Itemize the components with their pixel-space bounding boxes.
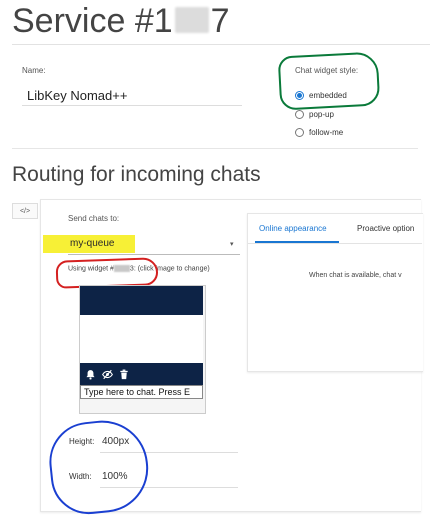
redacted-blur xyxy=(174,7,209,34)
style-option-label: follow-me xyxy=(309,128,344,137)
radio-icon[interactable] xyxy=(295,128,304,137)
page-title-prefix: Service #1 xyxy=(12,2,173,40)
page-title: Service #1 7 xyxy=(12,2,230,41)
appearance-tabs-panel xyxy=(247,213,423,372)
widget-preview-header xyxy=(80,286,203,315)
green-annotation-circle xyxy=(277,51,381,111)
widget-preview-body xyxy=(80,315,203,363)
page-title-suffix: 7 xyxy=(210,2,230,40)
bell-icon xyxy=(85,369,96,380)
style-option-follow-me[interactable]: follow-me xyxy=(295,128,343,137)
eye-slash-icon xyxy=(102,369,113,380)
queue-select-underline xyxy=(68,254,240,255)
chevron-down-icon[interactable]: ▾ xyxy=(230,240,234,248)
name-field-underline xyxy=(22,105,242,106)
tab-proactive-options[interactable]: Proactive option xyxy=(357,224,414,233)
tab-divider xyxy=(248,243,422,244)
widget-preview-toolbar xyxy=(80,363,203,385)
divider xyxy=(12,44,430,45)
trash-icon xyxy=(119,369,130,380)
availability-text: When chat is available, chat v xyxy=(309,272,402,279)
name-label: Name: xyxy=(22,66,46,75)
radio-icon[interactable] xyxy=(295,110,304,119)
routing-heading: Routing for incoming chats xyxy=(12,163,261,186)
queue-select[interactable]: my-queue xyxy=(70,238,114,249)
send-chats-label: Send chats to: xyxy=(68,214,120,223)
widget-preview-chat-input: Type here to chat. Press E xyxy=(80,385,203,399)
name-field[interactable]: LibKey Nomad++ xyxy=(27,88,127,103)
style-option-popup[interactable]: pop-up xyxy=(295,110,334,119)
style-option-label: pop-up xyxy=(309,110,334,119)
tab-online-appearance[interactable]: Online appearance xyxy=(259,224,327,233)
code-toggle-button[interactable]: </> xyxy=(12,203,38,219)
